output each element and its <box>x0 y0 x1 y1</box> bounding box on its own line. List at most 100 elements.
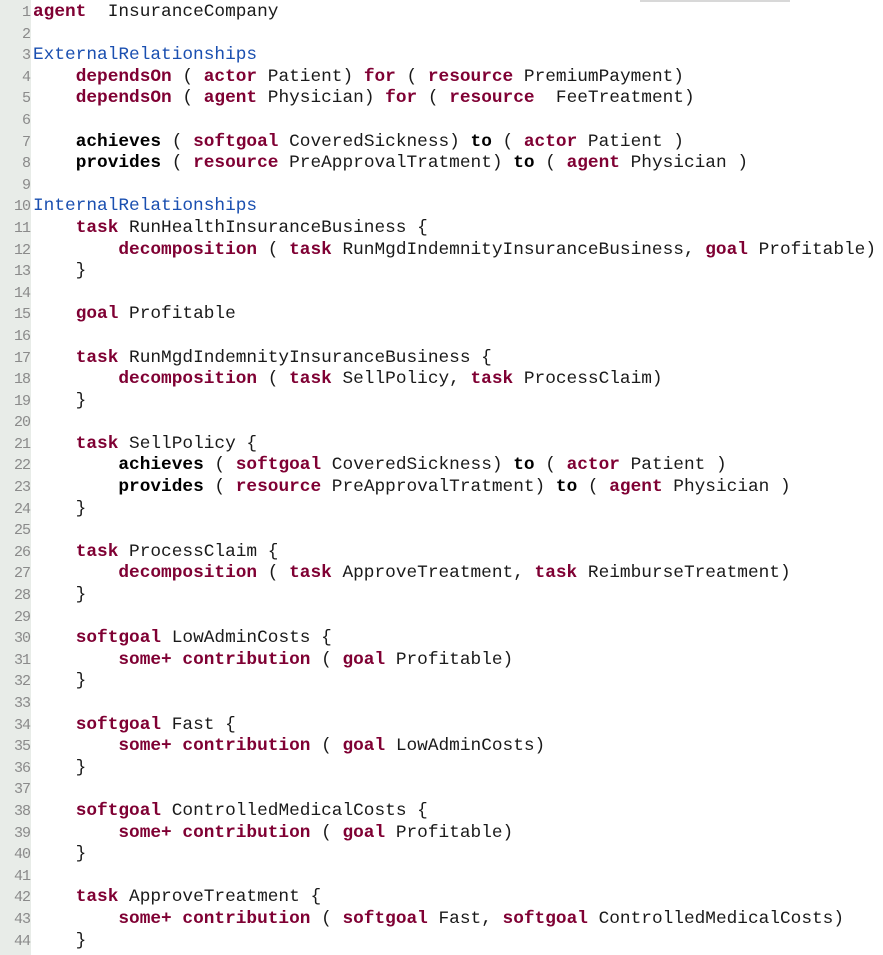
code-line[interactable]: 4 dependsOn ( actor Patient) for ( resou… <box>0 67 883 89</box>
text-token: InsuranceCompany <box>86 2 279 22</box>
line-number: 44 <box>13 932 31 950</box>
keyword-token: dependsOn <box>75 66 172 87</box>
code-line[interactable]: 20 <box>0 412 883 434</box>
code-line[interactable]: 11 task RunHealthInsuranceBusiness { <box>0 218 883 240</box>
section-token: InternalRelationships <box>33 196 258 217</box>
code-line[interactable]: 26 task ProcessClaim { <box>0 542 883 564</box>
code-line[interactable]: 8 provides ( resource PreApprovalTratmen… <box>0 153 883 175</box>
line-number: 29 <box>13 608 31 626</box>
code-line[interactable]: 5 dependsOn ( agent Physician) for ( res… <box>0 88 883 110</box>
code-line[interactable]: 23 provides ( resource PreApprovalTratme… <box>0 477 883 499</box>
code-line[interactable]: 31 some+ contribution ( goal Profitable) <box>0 650 883 672</box>
text-token: CoveredSickness) <box>321 455 514 476</box>
text-token: Profitable) <box>385 822 514 843</box>
code-line[interactable]: 29 <box>0 607 883 629</box>
code-line[interactable]: 36 } <box>0 758 883 780</box>
keyword-token: some+ contribution <box>118 908 311 929</box>
line-code: task SellPolicy { <box>33 434 257 456</box>
text-token: RunMgdIndemnityInsuranceBusiness { <box>118 347 492 368</box>
code-line[interactable]: 1 agent InsuranceCompany <box>0 2 883 24</box>
text-token: FeeTreatment) <box>534 88 695 109</box>
code-line[interactable]: 19 } <box>0 391 883 413</box>
code-line[interactable]: 15 goal Profitable <box>0 304 883 326</box>
code-line[interactable]: 35 some+ contribution ( goal LowAdminCos… <box>0 736 883 758</box>
keyword-token: softgoal <box>75 628 162 649</box>
line-code: some+ contribution ( goal LowAdminCosts) <box>33 736 545 758</box>
line-number: 38 <box>13 802 31 820</box>
line-code: ExternalRelationships <box>33 45 257 67</box>
line-number: 4 <box>21 68 31 86</box>
code-line[interactable]: 9 <box>0 175 883 197</box>
line-code: } <box>33 758 87 780</box>
keyword-token: achieves <box>118 455 204 476</box>
code-line[interactable]: 3 ExternalRelationships <box>0 45 883 67</box>
text-token: ApproveTreatment, <box>331 563 535 584</box>
text-token: ( <box>171 66 204 87</box>
line-number: 7 <box>21 133 31 151</box>
keyword-token: decomposition <box>118 239 258 260</box>
keyword-token: task <box>289 563 332 584</box>
code-line[interactable]: 38 softgoal ControlledMedicalCosts { <box>0 801 883 823</box>
text-token: ( <box>310 736 343 757</box>
text-token: Profitable) <box>747 239 876 260</box>
line-number: 6 <box>21 111 31 129</box>
line-number: 35 <box>13 738 31 756</box>
code-line[interactable]: 32 } <box>0 671 883 693</box>
code-line[interactable]: 30 softgoal LowAdminCosts { <box>0 628 883 650</box>
code-line[interactable]: 14 <box>0 283 883 305</box>
text-token: Patient ) <box>619 455 727 476</box>
text-token: ( <box>161 131 194 152</box>
code-line[interactable]: 10 InternalRelationships <box>0 196 883 218</box>
code-line[interactable]: 39 some+ contribution ( goal Profitable) <box>0 823 883 845</box>
code-line[interactable]: 27 decomposition ( task ApproveTreatment… <box>0 563 883 585</box>
code-line[interactable]: 34 softgoal Fast { <box>0 715 883 737</box>
code-line[interactable]: 17 task RunMgdIndemnityInsuranceBusiness… <box>0 348 883 370</box>
keyword-token: softgoal <box>75 800 162 821</box>
code-line[interactable]: 24 } <box>0 499 883 521</box>
text-token: } <box>33 261 87 282</box>
code-line[interactable]: 2 <box>0 24 883 46</box>
code-line[interactable]: 16 <box>0 326 883 348</box>
code-line[interactable]: 40 } <box>0 844 883 866</box>
code-line[interactable]: 18 decomposition ( task SellPolicy, task… <box>0 369 883 391</box>
line-number: 23 <box>13 479 31 497</box>
text-token: ( <box>203 477 236 498</box>
code-line[interactable]: 33 <box>0 693 883 715</box>
line-number: 16 <box>13 327 31 345</box>
line-code: task RunHealthInsuranceBusiness { <box>33 218 428 240</box>
text-token: Profitable <box>118 304 236 325</box>
keyword-token: to <box>555 477 578 498</box>
keyword-token: task <box>75 887 119 908</box>
text-token: ProcessClaim) <box>513 369 663 390</box>
line-code: } <box>33 391 87 413</box>
code-line[interactable]: 25 <box>0 520 883 542</box>
keyword-token: softgoal <box>502 908 588 929</box>
text-token: ( <box>257 369 290 390</box>
code-line[interactable]: 44 } <box>0 931 883 953</box>
code-line[interactable]: 43 some+ contribution ( softgoal Fast, s… <box>0 909 883 931</box>
code-line[interactable]: 42 task ApproveTreatment { <box>0 887 883 909</box>
keyword-token: some+ contribution <box>118 649 311 670</box>
code-editor[interactable]: 1 agent InsuranceCompany 2 3 ExternalRelatio… <box>0 2 883 952</box>
line-number: 24 <box>13 500 31 518</box>
code-line[interactable]: 13 } <box>0 261 883 283</box>
code-line[interactable]: 12 decomposition ( task RunMgdIndemnityI… <box>0 240 883 262</box>
code-line[interactable]: 22 achieves ( softgoal CoveredSickness) … <box>0 455 883 477</box>
text-token: ApproveTreatment { <box>118 887 322 908</box>
line-number: 18 <box>13 371 31 389</box>
code-line[interactable]: 6 <box>0 110 883 132</box>
line-number: 36 <box>13 759 31 777</box>
line-number: 33 <box>13 695 31 712</box>
code-line[interactable]: 37 <box>0 779 883 801</box>
text-token: ( <box>534 153 567 174</box>
code-line[interactable]: 41 <box>0 866 883 888</box>
code-line[interactable]: 21 task SellPolicy { <box>0 434 883 456</box>
line-number: 32 <box>13 673 31 691</box>
line-number: 42 <box>13 889 31 907</box>
text-token: } <box>33 671 87 692</box>
code-line[interactable]: 7 achieves ( softgoal CoveredSickness) t… <box>0 132 883 154</box>
line-number: 5 <box>21 90 31 108</box>
code-line[interactable]: 28 } <box>0 585 883 607</box>
